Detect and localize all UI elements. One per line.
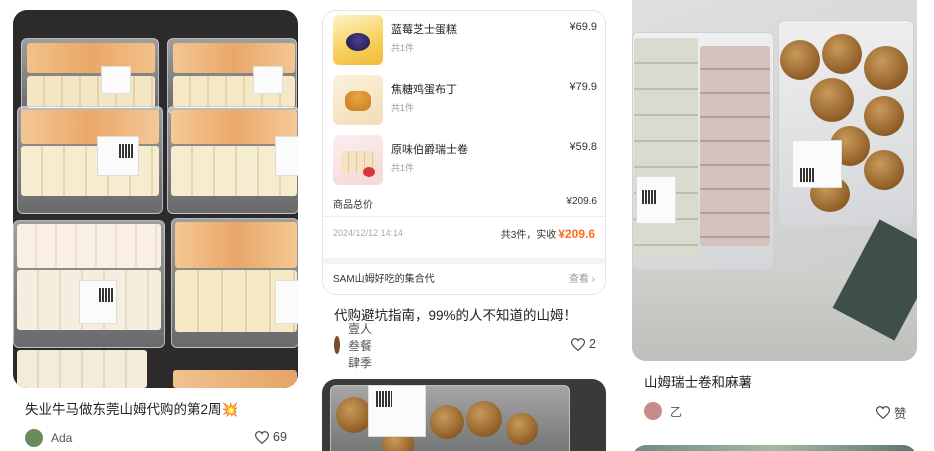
- receipt-item: 蓝莓芝士蛋糕 共1件 ¥69.9: [333, 15, 597, 67]
- heart-icon: [876, 406, 890, 419]
- order-date: 2024/12/12 14:14: [333, 228, 404, 238]
- receipt-item: 原味伯爵瑞士卷 共1件 ¥59.8: [333, 135, 597, 187]
- heart-icon: [571, 337, 585, 351]
- total-label: 共3件，实收: [500, 230, 557, 241]
- item-price: ¥79.9: [569, 81, 597, 93]
- subtotal-label: 商品总价: [333, 200, 373, 211]
- product-thumbnail: [333, 75, 383, 125]
- card-cover-image[interactable]: 蓝莓芝士蛋糕 共1件 ¥69.9 焦糖鸡蛋布丁 共1件 ¥79.9 原味伯爵瑞士…: [322, 10, 606, 295]
- card-title[interactable]: 山姆瑞士卷和麻薯: [644, 374, 752, 392]
- divider: [323, 216, 605, 217]
- store-name: SAM山姆好吃的集合代: [333, 274, 435, 285]
- item-name: 原味伯爵瑞士卷: [391, 144, 468, 156]
- like-count: 赞: [894, 407, 907, 421]
- item-name: 焦糖鸡蛋布丁: [391, 84, 457, 96]
- like-button[interactable]: 69: [255, 430, 287, 444]
- product-thumbnail: [333, 15, 383, 65]
- card-author[interactable]: Ada: [25, 428, 72, 448]
- card-author[interactable]: 乙: [644, 401, 682, 421]
- subtotal-row: 商品总价 ¥209.6: [333, 196, 597, 211]
- like-count: 2: [589, 337, 596, 351]
- card-cover-image[interactable]: [13, 10, 298, 388]
- avatar[interactable]: [644, 402, 662, 420]
- view-label: 查看: [568, 274, 589, 285]
- item-count: 共1件: [391, 163, 415, 173]
- card-cover-image[interactable]: [632, 445, 917, 451]
- chevron-right-icon: ›: [591, 274, 595, 285]
- like-button[interactable]: 赞: [876, 403, 907, 422]
- card-cover-image[interactable]: [322, 379, 606, 451]
- avatar[interactable]: [25, 429, 43, 447]
- card-title[interactable]: 失业牛马做东莞山姆代购的第2周💥: [25, 401, 238, 419]
- receipt-item: 焦糖鸡蛋布丁 共1件 ¥79.9: [333, 75, 597, 127]
- item-price: ¥69.9: [569, 21, 597, 33]
- item-count: 共1件: [391, 103, 415, 113]
- card-cover-image[interactable]: [632, 0, 917, 361]
- like-count: 69: [273, 430, 287, 444]
- author-name[interactable]: Ada: [51, 431, 72, 445]
- subtotal-value: ¥209.6: [566, 196, 597, 207]
- heart-icon: [255, 430, 269, 444]
- item-name: 蓝莓芝士蛋糕: [391, 24, 457, 36]
- divider: [323, 258, 605, 264]
- avatar[interactable]: [334, 336, 340, 354]
- product-thumbnail: [333, 135, 383, 185]
- total-row: 共3件，实收 ¥209.6: [501, 226, 595, 241]
- total-amount: ¥209.6: [558, 227, 595, 241]
- card-author[interactable]: 壹人叁餐肆季: [334, 322, 372, 370]
- like-button[interactable]: 2: [571, 337, 596, 351]
- item-count: 共1件: [391, 43, 415, 53]
- author-name[interactable]: 壹人叁餐肆季: [348, 320, 372, 371]
- author-name[interactable]: 乙: [670, 403, 682, 420]
- view-link: 查看 ›: [569, 270, 595, 285]
- item-price: ¥59.8: [569, 141, 597, 153]
